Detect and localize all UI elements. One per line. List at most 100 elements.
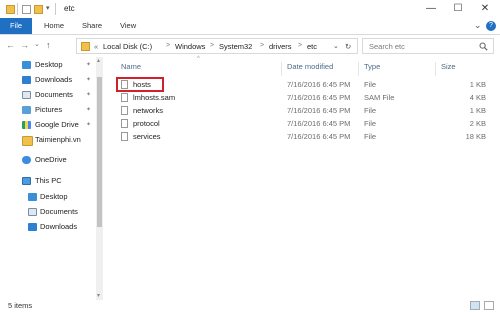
pin-icon: ✦ xyxy=(86,107,92,113)
table-row[interactable]: networks 7/16/2016 6:45 PM File 1 KB xyxy=(112,104,492,117)
file-name: lmhosts.sam xyxy=(133,93,176,102)
table-row[interactable]: services 7/16/2016 6:45 PM File 18 KB xyxy=(112,130,492,143)
folder-icon xyxy=(6,5,15,14)
search-icon[interactable] xyxy=(479,42,488,51)
documents-icon xyxy=(28,208,37,216)
documents-icon xyxy=(22,91,31,99)
desktop-icon xyxy=(28,193,37,201)
search-placeholder: Search etc xyxy=(369,42,405,51)
pin-icon: ✦ xyxy=(86,122,92,128)
sidebar-item-downloads[interactable]: Downloads ✦ xyxy=(0,73,96,87)
table-row[interactable]: hosts 7/16/2016 6:45 PM File 1 KB xyxy=(112,78,492,91)
sidebar-item-label: Documents xyxy=(40,207,78,216)
file-type: File xyxy=(364,80,377,89)
chevron-right-icon[interactable]: > xyxy=(166,42,170,49)
scroll-up-icon[interactable]: ▴ xyxy=(97,57,100,64)
table-row[interactable]: lmhosts.sam 7/16/2016 6:45 PM SAM File 4… xyxy=(112,91,492,104)
maximize-button[interactable]: ☐ xyxy=(445,0,471,18)
title-bar: ▾ etc — ☐ ✕ xyxy=(0,0,500,18)
folder-icon xyxy=(81,42,90,51)
column-header-type[interactable]: Type xyxy=(364,62,380,74)
tab-view[interactable]: View xyxy=(114,18,142,34)
sidebar-item-label: This PC xyxy=(35,176,62,185)
overflow-icon[interactable]: « xyxy=(94,42,98,51)
sidebar-item-pictures[interactable]: Pictures ✦ xyxy=(0,103,96,117)
file-name: services xyxy=(133,132,161,141)
navigation-pane: Desktop ✦ Downloads ✦ Documents ✦ Pictur… xyxy=(0,57,104,300)
pin-icon: ✦ xyxy=(86,62,92,68)
sidebar-item-documents[interactable]: Documents ✦ xyxy=(0,88,96,102)
column-divider[interactable] xyxy=(435,62,436,76)
sidebar-item-desktop[interactable]: Desktop ✦ xyxy=(0,58,96,72)
column-divider[interactable] xyxy=(358,62,359,76)
address-row: ← → ⌄ ↑ « Local Disk (C:) > Windows > Sy… xyxy=(0,35,500,58)
file-name: protocol xyxy=(133,119,160,128)
sidebar-item-onedrive[interactable]: OneDrive xyxy=(0,153,96,167)
divider xyxy=(17,3,18,15)
breadcrumb-drivers[interactable]: drivers xyxy=(269,42,292,51)
tab-share[interactable]: Share xyxy=(76,18,108,34)
search-input[interactable]: Search etc xyxy=(362,38,494,54)
sidebar-item-label: Desktop xyxy=(35,60,63,69)
sidebar-item-label: Taimienphi.vn xyxy=(35,135,81,144)
breadcrumb-etc[interactable]: etc xyxy=(307,42,317,51)
large-icons-view-icon[interactable] xyxy=(484,301,494,310)
column-header-date[interactable]: Date modified xyxy=(287,62,333,74)
expand-ribbon-icon[interactable]: ⌄ xyxy=(474,20,482,31)
sidebar-item-google-drive[interactable]: Google Drive ✦ xyxy=(0,118,96,132)
highlight-box xyxy=(116,77,164,92)
customize-toolbar-icon[interactable]: ▾ xyxy=(46,4,50,12)
close-button[interactable]: ✕ xyxy=(472,0,498,18)
back-icon[interactable]: ← xyxy=(6,40,15,50)
sidebar-item-label: Downloads xyxy=(40,222,78,231)
sidebar-scrollbar-thumb[interactable] xyxy=(97,77,102,227)
sidebar-item-label: Google Drive xyxy=(35,120,79,129)
file-icon xyxy=(121,106,128,115)
file-size: 1 KB xyxy=(469,80,486,89)
help-icon[interactable]: ? xyxy=(486,21,496,31)
chevron-right-icon[interactable]: > xyxy=(260,42,264,49)
file-icon xyxy=(121,119,128,128)
minimize-button[interactable]: — xyxy=(418,0,444,18)
onedrive-icon xyxy=(22,156,31,164)
address-bar[interactable]: « Local Disk (C:) > Windows > System32 >… xyxy=(76,38,358,54)
scroll-down-icon[interactable]: ▾ xyxy=(97,292,100,299)
file-icon xyxy=(121,132,128,141)
file-size: 4 KB xyxy=(469,93,486,102)
breadcrumb-local-disk[interactable]: Local Disk (C:) xyxy=(103,42,152,51)
details-view-icon[interactable] xyxy=(470,301,480,310)
sidebar-item-pc-documents[interactable]: Documents xyxy=(0,205,96,219)
table-row[interactable]: protocol 7/16/2016 6:45 PM File 2 KB xyxy=(112,117,492,130)
breadcrumb-windows[interactable]: Windows xyxy=(175,42,205,51)
properties-icon[interactable] xyxy=(22,5,31,14)
sidebar-item-pc-downloads[interactable]: Downloads xyxy=(0,220,96,234)
refresh-icon[interactable]: ↻ xyxy=(345,42,351,51)
sidebar-item-label: Documents xyxy=(35,90,73,99)
pin-icon: ✦ xyxy=(86,92,92,98)
forward-icon[interactable]: → xyxy=(20,40,29,50)
file-name: networks xyxy=(133,106,164,115)
chevron-right-icon[interactable]: > xyxy=(298,42,302,49)
chevron-right-icon[interactable]: > xyxy=(210,42,214,49)
sort-indicator-icon: ^ xyxy=(197,56,200,62)
items-count: 5 items xyxy=(8,301,33,310)
sidebar-item-this-pc[interactable]: This PC xyxy=(0,174,96,188)
sidebar-item-pc-desktop[interactable]: Desktop xyxy=(0,190,96,204)
sidebar-item-label: Pictures xyxy=(35,105,63,114)
desktop-icon xyxy=(22,61,31,69)
breadcrumb-system32[interactable]: System32 xyxy=(219,42,252,51)
recent-locations-icon[interactable]: ⌄ xyxy=(34,40,40,48)
sidebar-item-taimienphi[interactable]: Taimienphi.vn xyxy=(0,133,96,147)
column-header-size[interactable]: Size xyxy=(441,62,456,74)
tab-file[interactable]: File xyxy=(0,18,32,34)
column-divider[interactable] xyxy=(281,62,282,76)
address-dropdown-icon[interactable]: ⌄ xyxy=(333,42,339,50)
new-folder-icon[interactable] xyxy=(34,5,43,14)
window-title: etc xyxy=(64,4,75,13)
file-size: 18 KB xyxy=(465,132,486,141)
column-header-name[interactable]: Name xyxy=(121,62,141,74)
file-date: 7/16/2016 6:45 PM xyxy=(287,132,351,141)
tab-home[interactable]: Home xyxy=(38,18,70,34)
up-icon[interactable]: ↑ xyxy=(46,40,51,50)
pin-icon: ✦ xyxy=(86,77,92,83)
